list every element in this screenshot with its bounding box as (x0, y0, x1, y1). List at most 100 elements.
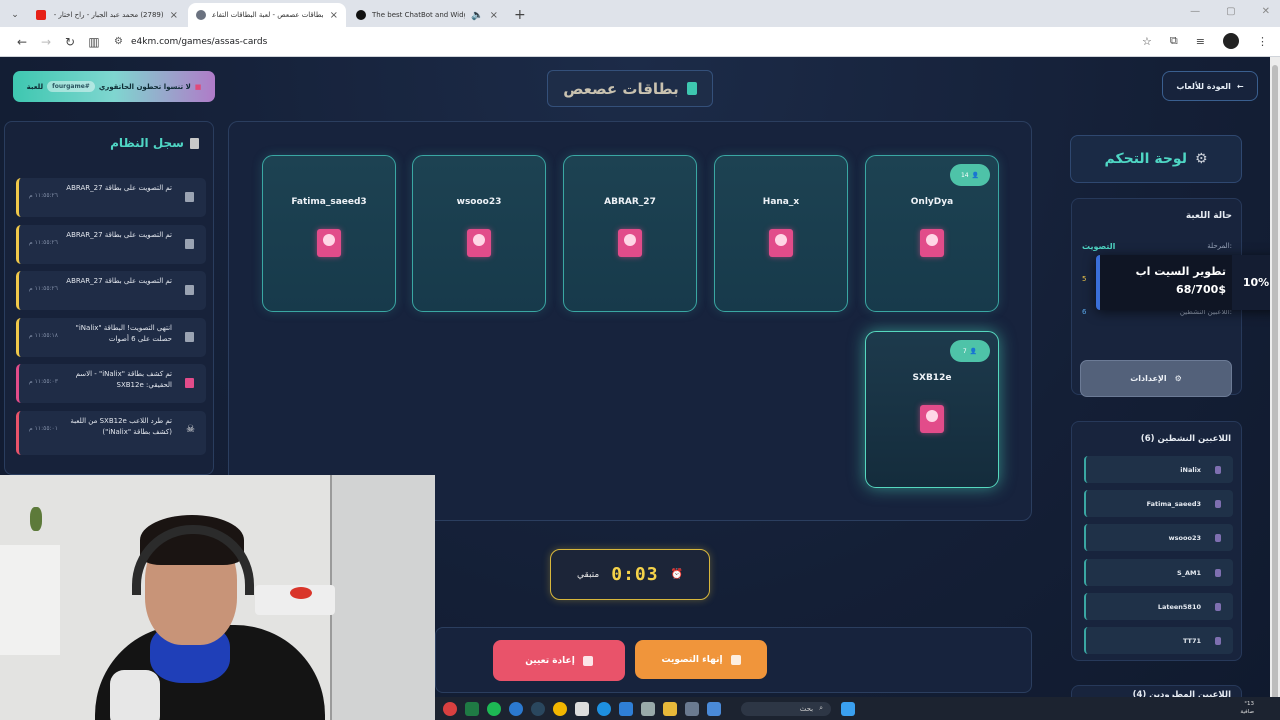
calendar-icon[interactable] (641, 701, 655, 716)
back-to-games-button[interactable]: العودة للألعاب ← (1162, 71, 1258, 101)
player-card[interactable]: ABRAR_27 (563, 155, 697, 312)
menu-icon[interactable]: ⋮ (1257, 35, 1268, 48)
player-item[interactable]: iNalix (1084, 456, 1233, 483)
alarm-clock-icon: ⏰ (670, 569, 684, 580)
monitor-icon[interactable] (685, 701, 699, 716)
active-players-box: اللاعبين النشطين (6) iNalix Fatima_saeed… (1071, 421, 1242, 661)
active-players-title: اللاعبين النشطين (6) (1140, 434, 1231, 444)
player-item[interactable]: TT71 (1084, 627, 1233, 654)
star-icon[interactable]: ☆ (1142, 35, 1152, 48)
goal-title: تطوير السيت اب (1135, 265, 1226, 278)
player-item[interactable]: Fatima_saeed3 (1084, 490, 1233, 517)
page-title-text: بطاقات عصعص (563, 79, 679, 98)
app-icon[interactable] (443, 701, 457, 716)
refresh-icon (582, 655, 593, 666)
user-icon: 👤 (971, 171, 980, 179)
speaker-icon[interactable]: 🔈 (471, 10, 483, 21)
back-arrow-icon[interactable]: ← (10, 35, 34, 49)
end-vote-label: إنهاء التصويت (661, 654, 723, 665)
split-view-icon[interactable]: ▥ (82, 35, 106, 49)
extensions-icon[interactable]: ⧉ (1170, 34, 1178, 48)
card-name: Hana_x (762, 197, 800, 207)
stage-row: المرحلة: التصويت (1082, 235, 1232, 257)
player-item[interactable]: wsooo23 (1084, 524, 1233, 551)
folder-icon[interactable] (663, 701, 677, 716)
end-vote-button[interactable]: إنهاء التصويت (635, 640, 767, 679)
system-log-title: سجل النظام (110, 136, 184, 150)
reassign-button[interactable]: إعادة تعيين (493, 640, 625, 681)
weather-widget[interactable]: °13 صافية (1240, 700, 1254, 716)
media-icon[interactable]: ≡ (1196, 35, 1205, 48)
player-item[interactable]: Lateen5810 (1084, 593, 1233, 620)
clipboard-icon (185, 331, 194, 342)
notice-banner[interactable]: ■ لا تنسوا تحطون الحاتقوري #fourgame للع… (13, 71, 215, 102)
webcam-overlay (0, 475, 435, 720)
close-icon[interactable]: × (170, 10, 178, 21)
edge-icon[interactable] (509, 701, 523, 716)
card-name: ABRAR_27 (604, 197, 656, 207)
player-card[interactable]: 14 👤 OnlyDya (865, 155, 999, 312)
chrome-icon[interactable] (553, 701, 567, 716)
vote-count: 14 (960, 171, 969, 179)
new-tab-button[interactable]: + (514, 7, 526, 23)
user-icon: 👤 (969, 347, 978, 355)
url-field[interactable]: ⚙ e4km.com/games/assas-cards (114, 36, 267, 47)
close-window-icon[interactable]: ✕ (1262, 6, 1270, 17)
close-icon[interactable]: × (330, 10, 338, 21)
page-scrollbar[interactable] (1270, 57, 1280, 720)
player-name: iNalix (1180, 465, 1201, 474)
banner-text: لا تنسوا تحطون الحاتقوري (98, 82, 191, 91)
browser-tab-chatbot[interactable]: The best ChatBot and Widgets for Ki... 🔈… (348, 3, 506, 27)
system-log-list[interactable]: تم التصويت على بطاقة ABRAR_27 ١١:٥٥:٢٦ م… (16, 178, 206, 462)
player-item[interactable]: S_AM1 (1084, 559, 1233, 586)
log-time: ١١:٥٥:٠٣ م (29, 378, 59, 385)
log-time: ١١:٥٥:٢٦ م (29, 238, 59, 246)
close-icon[interactable]: × (490, 10, 498, 21)
portrait-icon (920, 229, 944, 257)
player-card[interactable]: wsooo23 (412, 155, 546, 312)
globe-icon (196, 10, 206, 20)
scrollbar-thumb[interactable] (1272, 65, 1278, 705)
browser-tab-game[interactable]: بطاقات عصعص - لعبة البطاقات التفاعلية × (188, 3, 346, 27)
log-text: تم التصويت على بطاقة ABRAR_27 (66, 230, 172, 239)
tab-search-icon[interactable]: ⌄ (6, 6, 24, 24)
tab-title: The best ChatBot and Widgets for Ki... (372, 11, 465, 19)
obs-icon[interactable] (575, 701, 589, 716)
system-log: سجل النظام تم التصويت على بطاقة ABRAR_27… (4, 121, 214, 475)
address-bar: ← → ↻ ▥ ⚙ e4km.com/games/assas-cards ☆ ⧉… (0, 27, 1280, 57)
minimize-icon[interactable]: — (1190, 6, 1200, 17)
webcam-object (290, 587, 312, 599)
player-card[interactable]: Fatima_saeed3 (262, 155, 396, 312)
site-info-icon[interactable]: ⚙ (114, 36, 123, 47)
player-card-selected[interactable]: 7 👤 SXB12e (865, 331, 999, 488)
reload-icon[interactable]: ↻ (58, 35, 82, 49)
log-text: تم التصويت على بطاقة ABRAR_27 (66, 184, 172, 192)
clipboard-icon (185, 238, 194, 249)
vscode-icon[interactable] (619, 701, 633, 716)
browser-tab-youtube[interactable]: (2789) محمد عبد الجبار - راح اختار - You… (28, 3, 186, 27)
player-card[interactable]: Hana_x (714, 155, 848, 312)
timer-value: 0:03 (611, 564, 659, 585)
youtube-icon (36, 10, 46, 20)
weather-desc: صافية (1240, 709, 1254, 715)
log-time: ١١:٥٥:٢٦ م (29, 192, 59, 199)
maximize-icon[interactable]: ▢ (1226, 6, 1235, 17)
portrait-icon (467, 229, 491, 257)
steam-icon[interactable] (531, 701, 545, 716)
user-icon (1215, 568, 1221, 577)
log-time: ١١:٥٥:٠١ م (29, 424, 59, 432)
settings-button[interactable]: الإعدادات ⚙ (1080, 360, 1232, 397)
state-number: 5 (1082, 275, 1087, 283)
spotify-icon[interactable] (487, 701, 501, 716)
forward-arrow-icon[interactable]: → (34, 35, 58, 49)
portrait-icon (769, 229, 793, 257)
taskbar-search[interactable]: بحث ⌕ (741, 701, 831, 716)
webcam-plant (30, 507, 42, 531)
excel-icon[interactable] (465, 701, 479, 716)
browser-icon[interactable] (597, 701, 611, 716)
windows-start-icon[interactable] (841, 701, 855, 716)
profile-avatar[interactable] (1223, 33, 1239, 49)
user-icon (1215, 636, 1221, 645)
screenshot-icon[interactable] (707, 701, 721, 716)
clipboard-icon (185, 285, 194, 295)
